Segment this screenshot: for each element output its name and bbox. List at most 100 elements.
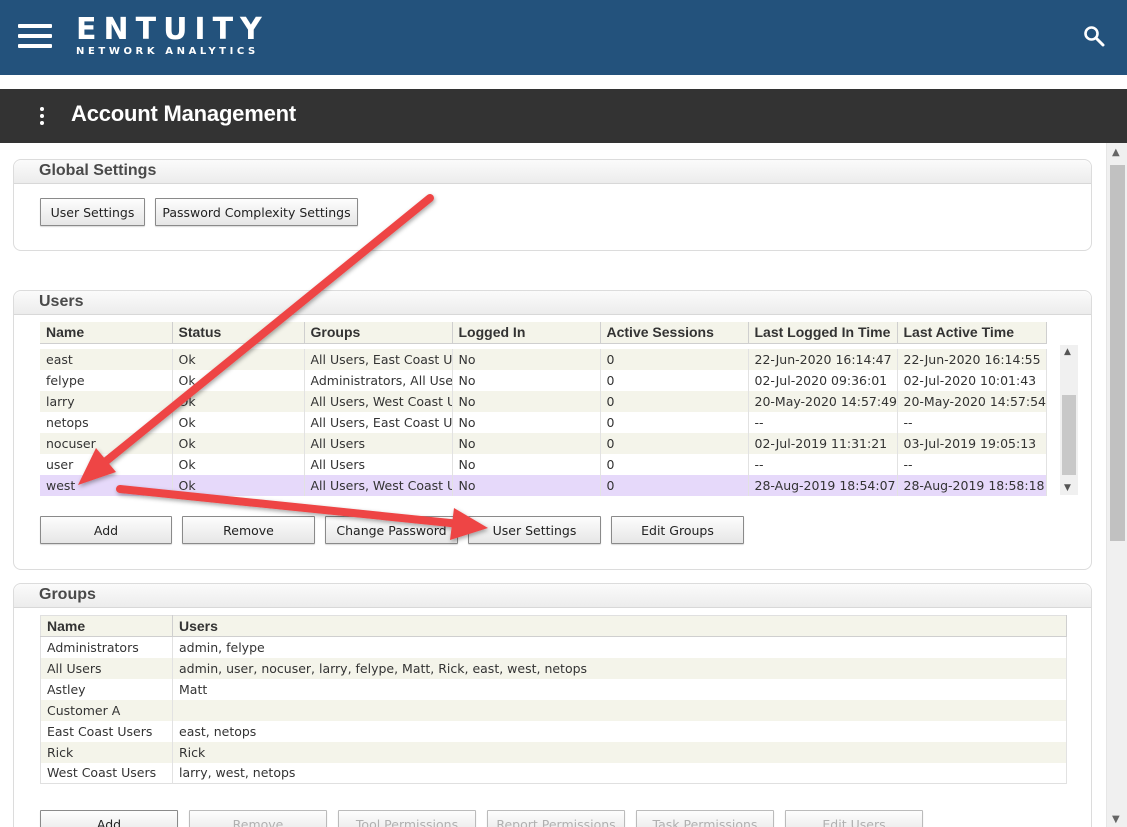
user-last-login-cell: 20-May-2020 14:57:49 xyxy=(748,391,898,412)
user-last-login-cell: 02-Jul-2020 09:36:01 xyxy=(748,370,898,391)
user-name-cell: larry xyxy=(40,391,173,412)
table-row[interactable]: larry Ok All Users, West Coast Users No … xyxy=(40,391,1047,412)
user-last-login-cell: -- xyxy=(748,412,898,433)
remove-group-button[interactable]: Remove xyxy=(189,810,327,827)
user-last-login-cell: 02-Jul-2019 11:31:21 xyxy=(748,433,898,454)
groups-table: Name Users Administrators admin, felype … xyxy=(40,615,1067,784)
user-name-cell: nocuser xyxy=(40,433,173,454)
global-user-settings-button[interactable]: User Settings xyxy=(40,198,145,226)
table-row[interactable]: user Ok All Users No 0 -- -- xyxy=(40,454,1047,475)
table-row[interactable]: east Ok All Users, East Coast Users No 0… xyxy=(40,349,1047,370)
user-logged-in-cell: No xyxy=(452,391,601,412)
user-logged-in-cell: No xyxy=(452,475,601,496)
hamburger-icon[interactable] xyxy=(18,24,52,48)
column-header-status[interactable]: Status xyxy=(172,322,305,344)
group-users-cell: Matt xyxy=(172,678,1067,700)
table-row[interactable]: Customer A xyxy=(40,699,1067,721)
group-name-cell: Rick xyxy=(40,741,173,763)
groups-panel: Groups Name Users Administrators admin, … xyxy=(13,583,1092,827)
page-scroll-down-icon[interactable]: ▼ xyxy=(1112,814,1120,825)
top-bar: ENTUITY NETWORK ANALYTICS xyxy=(0,0,1127,75)
table-row[interactable]: felype Ok Administrators, All Users No 0… xyxy=(40,370,1047,391)
group-name-cell: Customer A xyxy=(40,699,173,721)
users-title: Users xyxy=(14,291,1091,315)
table-row[interactable]: Astley Matt xyxy=(40,678,1067,700)
remove-user-button[interactable]: Remove xyxy=(182,516,315,544)
edit-users-button[interactable]: Edit Users xyxy=(785,810,923,827)
table-row[interactable]: West Coast Users larry, west, netops xyxy=(40,762,1067,784)
page-scroll-thumb[interactable] xyxy=(1110,165,1125,541)
groups-table-header: Name Users xyxy=(40,615,1067,637)
user-status-cell: Ok xyxy=(172,454,305,475)
group-name-cell: Administrators xyxy=(40,636,173,658)
user-last-active-cell: 28-Aug-2019 18:58:18 xyxy=(897,475,1047,496)
table-row[interactable]: Rick Rick xyxy=(40,741,1067,763)
user-groups-cell: All Users xyxy=(304,454,453,475)
user-status-cell: Ok xyxy=(172,475,305,496)
column-header-group-users[interactable]: Users xyxy=(172,615,1067,637)
user-groups-cell: All Users, West Coast Users xyxy=(304,391,453,412)
user-logged-in-cell: No xyxy=(452,349,601,370)
user-name-cell: east xyxy=(40,349,173,370)
column-header-last-logged-in-time[interactable]: Last Logged In Time xyxy=(748,322,898,344)
table-row[interactable]: East Coast Users east, netops xyxy=(40,720,1067,742)
add-group-button[interactable]: Add xyxy=(40,810,178,827)
table-row[interactable]: Administrators admin, felype xyxy=(40,636,1067,658)
users-table-header: Name Status Groups Logged In Active Sess… xyxy=(40,322,1047,344)
content-area: Global Settings User Settings Password C… xyxy=(0,143,1106,827)
table-row[interactable]: All Users admin, user, nocuser, larry, f… xyxy=(40,657,1067,679)
user-status-cell: Ok xyxy=(172,433,305,454)
kebab-icon[interactable] xyxy=(40,107,46,127)
change-password-button[interactable]: Change Password xyxy=(325,516,458,544)
user-groups-cell: All Users, East Coast Users xyxy=(304,349,453,370)
users-table: Name Status Groups Logged In Active Sess… xyxy=(40,322,1047,496)
brand-tagline: NETWORK ANALYTICS xyxy=(76,46,259,57)
user-last-login-cell: 22-Jun-2020 16:14:47 xyxy=(748,349,898,370)
user-groups-cell: Administrators, All Users xyxy=(304,370,453,391)
user-last-active-cell: 03-Jul-2019 19:05:13 xyxy=(897,433,1047,454)
password-complexity-settings-button[interactable]: Password Complexity Settings xyxy=(155,198,358,226)
brand-name: ENTUITY xyxy=(76,12,269,47)
page-title: Account Management xyxy=(71,101,296,126)
groups-title: Groups xyxy=(14,584,1091,608)
page-scroll-up-icon[interactable]: ▲ xyxy=(1112,147,1120,158)
group-users-cell: east, netops xyxy=(172,720,1067,742)
group-users-cell: larry, west, netops xyxy=(172,762,1067,784)
user-groups-cell: All Users, West Coast Users xyxy=(304,475,453,496)
page-scrollbar[interactable]: ▲ ▼ xyxy=(1106,143,1127,827)
report-permissions-button[interactable]: Report Permissions xyxy=(487,810,625,827)
task-permissions-button[interactable]: Task Permissions xyxy=(636,810,774,827)
global-settings-panel: Global Settings User Settings Password C… xyxy=(13,159,1092,251)
search-icon[interactable] xyxy=(1083,25,1105,47)
column-header-group-name[interactable]: Name xyxy=(40,615,173,637)
group-name-cell: All Users xyxy=(40,657,173,679)
table-row-selected[interactable]: west Ok All Users, West Coast Users No 0… xyxy=(40,475,1047,496)
tool-permissions-button[interactable]: Tool Permissions xyxy=(338,810,476,827)
scroll-down-icon[interactable]: ▼ xyxy=(1064,483,1071,493)
user-sessions-cell: 0 xyxy=(600,475,749,496)
user-sessions-cell: 0 xyxy=(600,433,749,454)
add-user-button[interactable]: Add xyxy=(40,516,172,544)
column-header-last-active-time[interactable]: Last Active Time xyxy=(897,322,1047,344)
user-sessions-cell: 0 xyxy=(600,349,749,370)
user-sessions-cell: 0 xyxy=(600,391,749,412)
user-status-cell: Ok xyxy=(172,349,305,370)
user-settings-button[interactable]: User Settings xyxy=(468,516,601,544)
column-header-active-sessions[interactable]: Active Sessions xyxy=(600,322,749,344)
scroll-thumb[interactable] xyxy=(1062,395,1076,475)
scroll-up-icon[interactable]: ▲ xyxy=(1064,347,1071,357)
edit-groups-button[interactable]: Edit Groups xyxy=(611,516,744,544)
column-header-logged-in[interactable]: Logged In xyxy=(452,322,601,344)
user-name-cell: user xyxy=(40,454,173,475)
users-table-scrollbar[interactable]: ▲ ▼ xyxy=(1060,345,1078,495)
user-sessions-cell: 0 xyxy=(600,454,749,475)
user-logged-in-cell: No xyxy=(452,412,601,433)
table-row[interactable]: nocuser Ok All Users No 0 02-Jul-2019 11… xyxy=(40,433,1047,454)
group-name-cell: Astley xyxy=(40,678,173,700)
user-status-cell: Ok xyxy=(172,391,305,412)
users-panel: Users Name Status Groups Logged In Activ… xyxy=(13,290,1092,570)
user-status-cell: Ok xyxy=(172,412,305,433)
table-row[interactable]: netops Ok All Users, East Coast Users No… xyxy=(40,412,1047,433)
column-header-groups[interactable]: Groups xyxy=(304,322,453,344)
column-header-name[interactable]: Name xyxy=(40,322,173,344)
